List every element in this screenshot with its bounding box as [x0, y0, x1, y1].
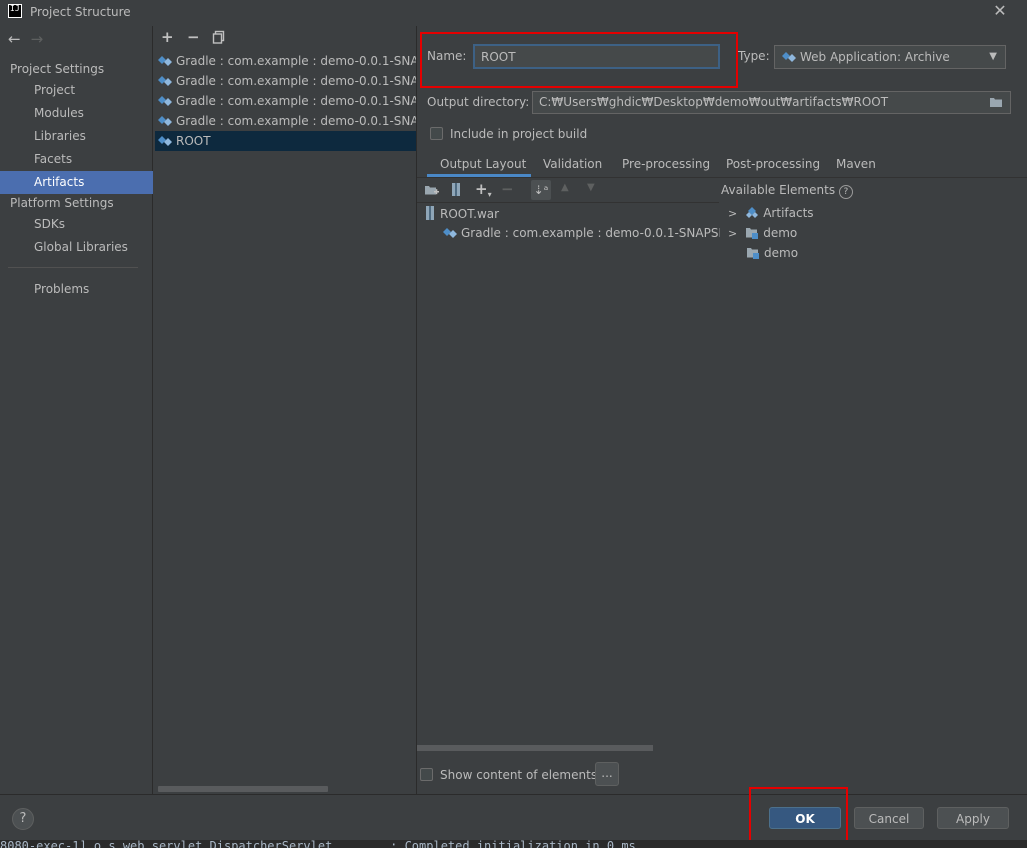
- artifact-icon: [158, 56, 172, 66]
- artifacts-list-scrollbar[interactable]: [158, 786, 328, 792]
- sidebar-item-libraries[interactable]: Libraries: [0, 125, 153, 148]
- name-label: Name:: [427, 49, 467, 63]
- more-options-button[interactable]: ...: [595, 762, 619, 786]
- artifact-item[interactable]: Gradle : com.example : demo-0.0.1-SNAPSH…: [155, 91, 416, 111]
- forward-arrow-icon[interactable]: →: [31, 30, 44, 48]
- artifact-name-input[interactable]: ROOT: [473, 44, 720, 69]
- artifact-detail-panel: [417, 26, 1027, 794]
- sidebar-divider: [8, 267, 138, 268]
- move-up-icon[interactable]: ▲: [561, 182, 569, 193]
- chevron-right-icon[interactable]: >: [728, 227, 737, 240]
- artifact-item-label: Gradle : com.example : demo-0.0.1-SNAPSH…: [176, 54, 416, 68]
- available-item-label: demo: [763, 226, 798, 240]
- available-item-label: Artifacts: [763, 206, 814, 220]
- artifact-icon: [746, 207, 759, 218]
- tab-pre-processing[interactable]: Pre-processing: [622, 157, 710, 171]
- available-item-demo-module[interactable]: demo: [746, 246, 798, 260]
- available-item-artifacts[interactable]: > Artifacts: [728, 206, 814, 220]
- layout-toolbar-divider: [417, 202, 719, 203]
- web-archive-icon: [782, 52, 796, 62]
- artifact-icon: [158, 76, 172, 86]
- sidebar-item-facets[interactable]: Facets: [0, 148, 153, 171]
- output-directory-value: C:₩Users₩ghdic₩Desktop₩demo₩out₩artifact…: [539, 95, 889, 109]
- artifact-icon: [158, 116, 172, 126]
- artifact-item[interactable]: Gradle : com.example : demo-0.0.1-SNAPSH…: [155, 51, 416, 71]
- layout-tree-label: ROOT.war: [440, 207, 500, 221]
- chevron-right-icon[interactable]: >: [728, 207, 737, 220]
- module-folder-icon: [746, 228, 759, 239]
- help-button[interactable]: ?: [12, 808, 34, 830]
- tab-post-processing[interactable]: Post-processing: [726, 157, 820, 171]
- intellij-app-icon: IJ: [8, 4, 22, 18]
- show-content-label: Show content of elements: [440, 768, 598, 782]
- output-directory-label: Output directory:: [427, 95, 530, 109]
- artifact-item[interactable]: Gradle : com.example : demo-0.0.1-SNAPSH…: [155, 111, 416, 131]
- available-item-label: demo: [764, 246, 799, 260]
- browse-folder-icon[interactable]: [989, 96, 1004, 108]
- tab-validation[interactable]: Validation: [543, 157, 602, 171]
- move-down-icon[interactable]: ▼: [587, 182, 595, 193]
- artifact-item-label: Gradle : com.example : demo-0.0.1-SNAPSH…: [176, 74, 416, 88]
- module-folder-icon: [747, 248, 759, 259]
- tab-maven[interactable]: Maven: [836, 157, 876, 171]
- artifact-type-value: Web Application: Archive: [800, 50, 950, 64]
- available-elements-text: Available Elements: [721, 183, 836, 197]
- available-item-demo-module[interactable]: > demo: [728, 226, 797, 240]
- available-elements-label: Available Elements ?: [721, 183, 853, 199]
- sidebar-item-global-libraries[interactable]: Global Libraries: [0, 236, 153, 259]
- type-label: Type:: [738, 49, 770, 63]
- layout-tree-item-gradle-artifact[interactable]: Gradle : com.example : demo-0.0.1-SNAPSH…: [442, 226, 720, 240]
- title-bar: [0, 0, 1027, 26]
- artifact-icon: [158, 136, 172, 146]
- create-archive-icon[interactable]: [450, 182, 462, 197]
- cancel-button[interactable]: Cancel: [854, 807, 924, 829]
- layout-tree-item-root-war[interactable]: ROOT.war: [424, 206, 499, 221]
- copy-artifact-icon[interactable]: [212, 30, 226, 44]
- create-directory-icon[interactable]: [424, 183, 439, 197]
- window-title: Project Structure: [30, 5, 131, 19]
- ok-button[interactable]: OK: [769, 807, 841, 829]
- artifact-item-label: ROOT: [176, 134, 211, 148]
- output-directory-input[interactable]: C:₩Users₩ghdic₩Desktop₩demo₩out₩artifact…: [532, 91, 1011, 114]
- sidebar-group-platform-settings: Platform Settings: [10, 196, 114, 210]
- sidebar-item-artifacts[interactable]: Artifacts: [0, 171, 153, 194]
- sort-elements-icon[interactable]: ⇣ᵃ: [531, 180, 551, 200]
- artifact-item-root[interactable]: ROOT: [155, 131, 416, 151]
- artifact-item-label: Gradle : com.example : demo-0.0.1-SNAPSH…: [176, 94, 416, 108]
- show-content-checkbox[interactable]: [420, 768, 433, 781]
- sidebar-group-project-settings: Project Settings: [10, 62, 105, 76]
- artifact-item[interactable]: Gradle : com.example : demo-0.0.1-SNAPSH…: [155, 71, 416, 91]
- sidebar-item-modules[interactable]: Modules: [0, 102, 153, 125]
- archive-icon: [426, 206, 434, 220]
- remove-element-icon[interactable]: −: [501, 180, 514, 198]
- help-icon[interactable]: ?: [838, 185, 853, 199]
- apply-button[interactable]: Apply: [937, 807, 1009, 829]
- artifact-icon: [158, 96, 172, 106]
- console-output-strip: 8080-exec-1] o.s.web.servlet.DispatcherS…: [0, 840, 1027, 848]
- remove-artifact-icon[interactable]: −: [187, 28, 200, 46]
- tabs-divider: [417, 177, 1027, 178]
- artifact-icon: [443, 228, 457, 238]
- include-in-build-label: Include in project build: [450, 127, 588, 141]
- artifact-item-label: Gradle : com.example : demo-0.0.1-SNAPSH…: [176, 114, 416, 128]
- add-copy-of-icon[interactable]: +▾: [475, 180, 492, 199]
- back-arrow-icon[interactable]: ←: [8, 30, 21, 48]
- layout-tree-scrollbar[interactable]: [417, 745, 653, 751]
- sidebar-item-project[interactable]: Project: [0, 79, 153, 102]
- navigation-arrows: ← →: [8, 30, 43, 48]
- tab-output-layout[interactable]: Output Layout: [440, 157, 526, 171]
- artifact-type-select[interactable]: Web Application: Archive ▼: [774, 45, 1006, 69]
- close-icon[interactable]: ✕: [991, 2, 1009, 20]
- add-artifact-icon[interactable]: +: [161, 28, 174, 46]
- sidebar-item-sdks[interactable]: SDKs: [0, 213, 153, 236]
- chevron-down-icon: ▼: [989, 51, 997, 62]
- sidebar-item-problems[interactable]: Problems: [0, 278, 153, 301]
- layout-tree-label: Gradle : com.example : demo-0.0.1-SNAPSH…: [461, 226, 720, 240]
- include-in-build-checkbox[interactable]: [430, 127, 443, 140]
